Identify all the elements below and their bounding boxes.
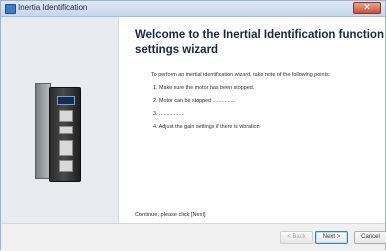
continue-instruction: Continue, please click [Next] [135,212,206,218]
step-item: 1. Make sure the motor has been stopped. [153,85,255,91]
drive-port [59,160,73,172]
back-button[interactable]: < Back [280,231,313,244]
drive-port [59,140,73,156]
step-item: 3. ................. [153,111,185,117]
drive-port [59,110,73,122]
drive-port [59,126,73,134]
wizard-window: Inertia Identification ✕ Welcome to the … [0,0,386,251]
step-item: 2. Motor can be stopped ............... [153,98,236,104]
close-icon: ✕ [363,2,371,12]
wizard-heading: Welcome to the Inertial Identification f… [135,29,384,56]
step-item: 4. Adjust the gain settings if there is … [153,124,260,130]
wizard-sidebar [1,17,119,223]
wizard-footer: < Back Next > Cancel [1,223,386,251]
close-button[interactable]: ✕ [353,2,381,14]
window-title: Inertia Identification [18,3,88,12]
drive-display [57,96,75,105]
next-button[interactable]: Next > [315,231,348,244]
cancel-button[interactable]: Cancel [354,231,386,244]
servo-drive-image [49,87,81,182]
intro-text: To perform an inertial identification wi… [151,72,331,78]
app-icon [5,4,16,14]
title-bar: Inertia Identification ✕ [1,1,385,17]
